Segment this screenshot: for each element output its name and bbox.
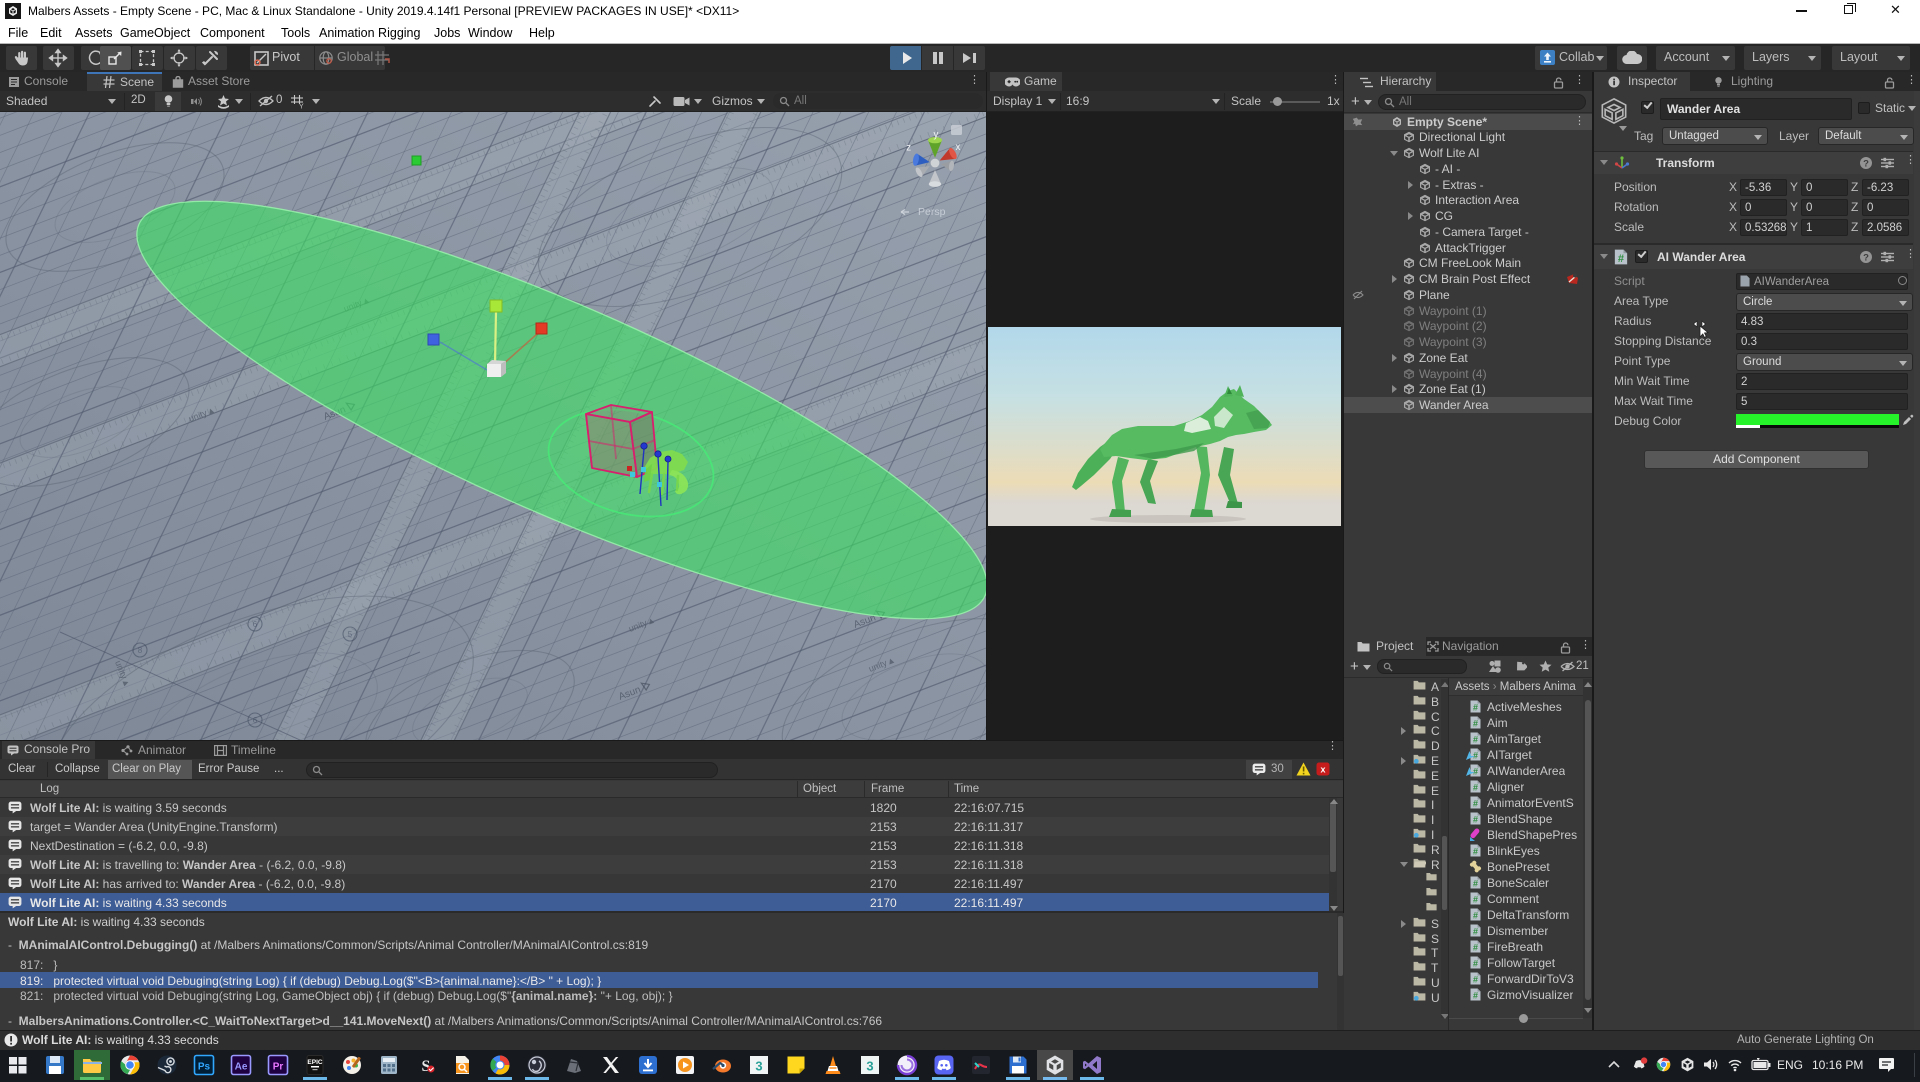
svg-text:#: # [1473, 927, 1478, 937]
svg-text:8: 8 [138, 646, 143, 655]
svg-text:Y: Y [299, 104, 304, 110]
svg-text:6: 6 [253, 716, 258, 725]
svg-text:#: # [1473, 719, 1478, 729]
svg-text:#: # [1473, 703, 1478, 713]
svg-text:6: 6 [253, 620, 258, 629]
svg-text:#: # [1473, 895, 1478, 905]
svg-text:EPIC: EPIC [307, 1059, 322, 1066]
svg-text:#: # [1473, 735, 1478, 745]
svg-text:z: z [906, 143, 911, 154]
svg-text:#: # [1473, 783, 1478, 793]
svg-text:y: y [933, 129, 938, 140]
svg-text:#: # [1473, 943, 1478, 953]
svg-text:x: x [1320, 765, 1325, 775]
svg-text:3: 3 [866, 1059, 873, 1074]
svg-text:Persp: Persp [918, 206, 946, 218]
svg-text:#: # [1473, 815, 1478, 825]
svg-text:#: # [1618, 253, 1624, 265]
svg-text:#: # [1473, 991, 1478, 1001]
svg-text:#: # [1473, 911, 1478, 921]
svg-text:5: 5 [348, 630, 353, 639]
svg-text:#: # [1473, 975, 1478, 985]
svg-text:#: # [1473, 879, 1478, 889]
svg-text:Pr: Pr [273, 1062, 284, 1073]
svg-text:?: ? [1863, 159, 1869, 170]
svg-text:#: # [1473, 799, 1478, 809]
svg-text:3: 3 [755, 1059, 762, 1074]
svg-text:#: # [1473, 847, 1478, 857]
svg-text:?: ? [1863, 253, 1869, 264]
svg-text:Ae: Ae [235, 1062, 248, 1073]
svg-text:#: # [1473, 959, 1478, 969]
svg-text:x: x [955, 142, 960, 153]
svg-text:Ps: Ps [198, 1062, 211, 1073]
